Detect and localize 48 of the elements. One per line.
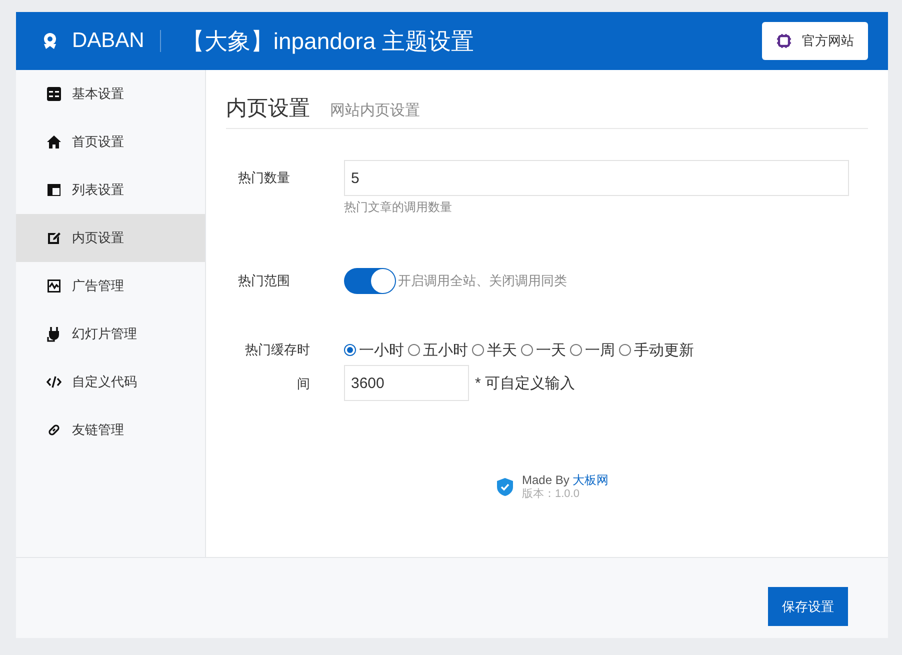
credit-text: Made By 大板网	[522, 473, 609, 487]
radio-button[interactable]	[619, 344, 631, 356]
radio-button[interactable]	[570, 344, 582, 356]
radio-label[interactable]: 一天	[536, 340, 566, 360]
official-site-button[interactable]: 官方网站	[762, 22, 868, 60]
link-icon	[46, 422, 62, 438]
radio-button[interactable]	[472, 344, 484, 356]
author-link[interactable]: 大板网	[572, 473, 609, 487]
radio-button[interactable]	[408, 344, 420, 356]
sidebar-item[interactable]: 基本设置	[16, 70, 205, 118]
sidebar-item[interactable]: 广告管理	[16, 262, 205, 310]
toggle-switch[interactable]	[344, 268, 396, 294]
radio-label[interactable]: 一周	[585, 340, 615, 360]
field-label: 热门范围	[238, 272, 291, 290]
hint-text: 开启调用全站、关闭调用同类	[398, 272, 567, 290]
field-label: 热门缓存时间	[244, 341, 310, 393]
input-field[interactable]: 5	[344, 160, 849, 196]
layout-icon	[46, 182, 62, 198]
plug-icon	[46, 326, 62, 342]
chip-icon	[776, 33, 792, 49]
radio-label[interactable]: 一小时	[359, 340, 404, 360]
sliders-icon	[46, 86, 62, 102]
save-button[interactable]: 保存设置	[768, 587, 848, 626]
section-subtitle: 网站内页设置	[330, 101, 420, 120]
input-field[interactable]: 3600	[344, 365, 469, 401]
code-icon	[46, 374, 62, 390]
shield-check-icon	[496, 477, 514, 497]
edit-icon	[46, 230, 62, 246]
sidebar-item[interactable]: 列表设置	[16, 166, 205, 214]
field-label: 热门数量	[238, 169, 291, 187]
section-title: 内页设置	[226, 96, 310, 122]
sidebar-item[interactable]: 内页设置	[16, 214, 205, 262]
page-title: 【大象】inpandora 主题设置	[181, 26, 476, 56]
sidebar-item[interactable]: 幻灯片管理	[16, 310, 205, 358]
radio-label[interactable]: 手动更新	[634, 340, 694, 360]
radio-button[interactable]	[521, 344, 533, 356]
sidebar-item[interactable]: 首页设置	[16, 118, 205, 166]
radio-label[interactable]: 五小时	[423, 340, 468, 360]
radio-label[interactable]: 半天	[487, 340, 517, 360]
home-icon	[46, 134, 62, 150]
radio-button[interactable]	[344, 344, 356, 356]
version-text: 版本：1.0.0	[522, 487, 580, 501]
help-text: 热门文章的调用数量	[344, 199, 453, 216]
sidebar-item[interactable]: 友链管理	[16, 406, 205, 454]
note-text: * 可自定义输入	[475, 374, 576, 392]
brand-name: DABAN	[72, 29, 144, 53]
sidebar-item[interactable]: 自定义代码	[16, 358, 205, 406]
chart-icon	[46, 278, 62, 294]
